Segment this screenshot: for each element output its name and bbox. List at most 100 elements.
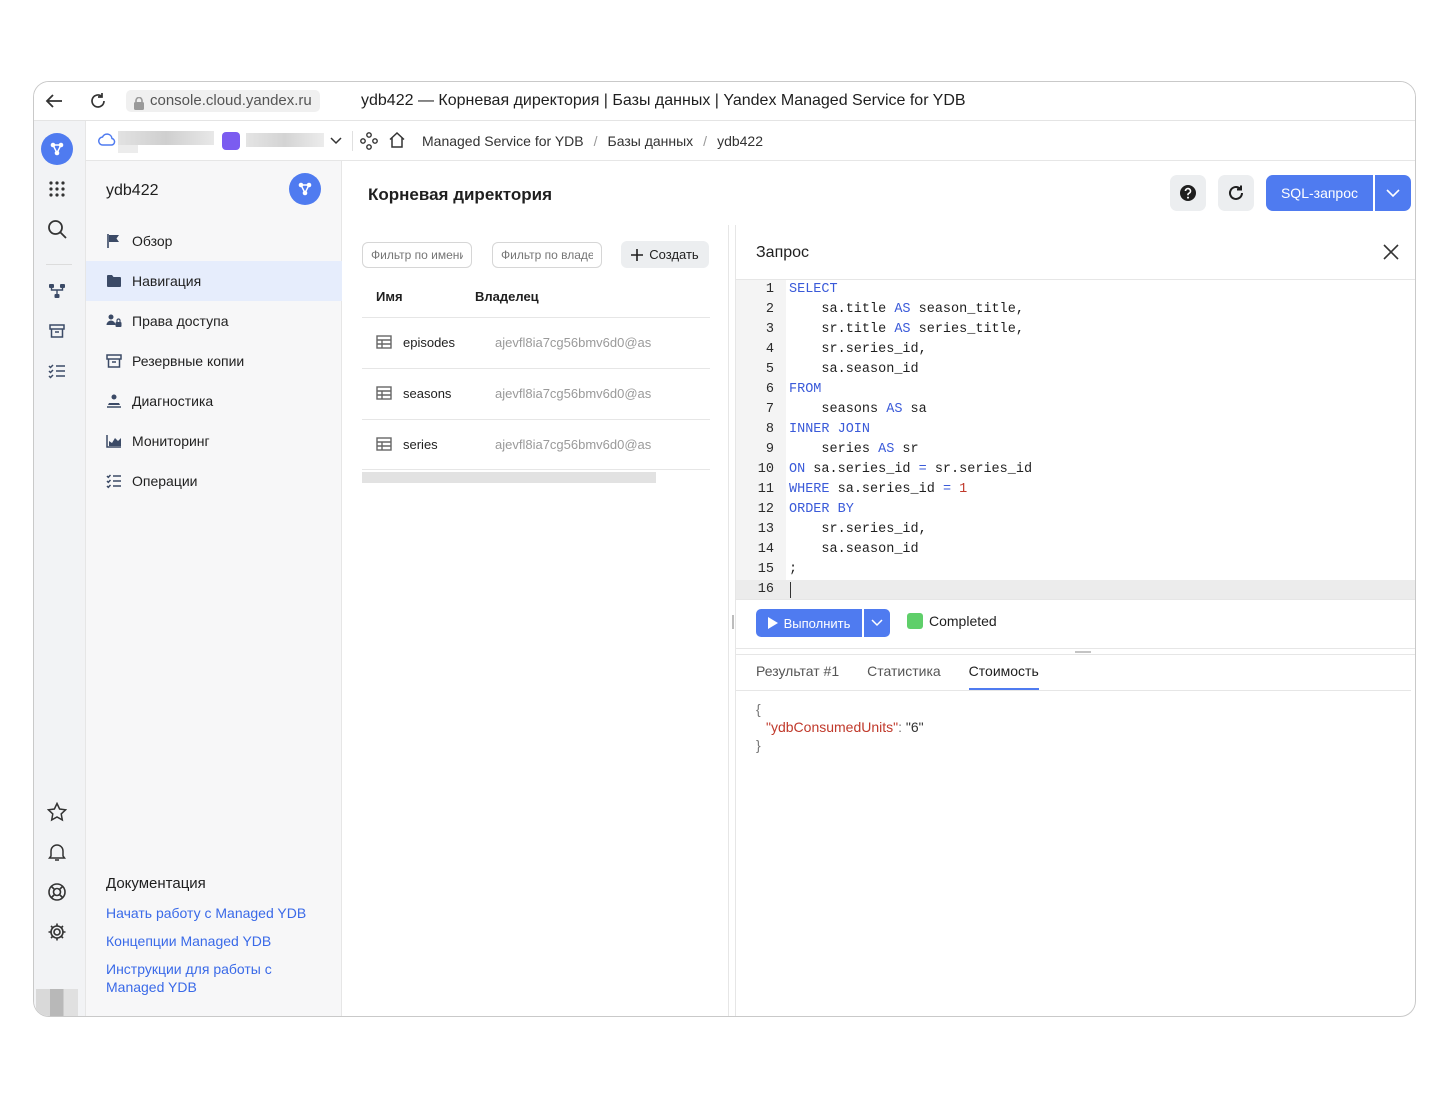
create-button[interactable]: Создать [621,241,709,268]
filter-name-input[interactable] [362,242,472,268]
docs-link-getting-started[interactable]: Начать работу с Managed YDB [106,904,332,922]
result-resize-handle[interactable] [1075,651,1091,653]
code-line[interactable]: 9 series AS sr [736,440,1415,460]
table-row[interactable]: episodes ajevfl8ia7cg56bmv6d0@as [362,317,710,368]
home-icon[interactable] [388,131,406,154]
line-number: 4 [765,342,774,357]
code-line[interactable]: 8 INNER JOIN [736,420,1415,440]
table-name: series [403,437,438,452]
flag-icon [107,234,119,248]
code-line[interactable]: 7 seasons AS sa [736,400,1415,420]
sidebar-item-backups[interactable]: Резервные копии [86,341,342,381]
ydb-service-icon[interactable] [46,280,68,302]
docs-link-concepts[interactable]: Концепции Managed YDB [106,932,332,950]
code-text: FROM [789,382,822,397]
pane-resize-handle[interactable] [732,615,734,629]
sidebar-item-operations[interactable]: Операции [86,461,342,501]
sidebar-item-label: Резервные копии [132,353,245,369]
services-icon[interactable] [360,132,378,155]
cloud-name-redacted[interactable] [118,131,214,145]
line-number: 12 [757,502,774,517]
docs-link-instructions[interactable]: Инструкции для работы с Managed YDB [106,960,332,996]
tab-cost[interactable]: Стоимость [968,660,1039,690]
code-line[interactable]: 3 sr.title AS series_title, [736,320,1415,340]
table-owner: ajevfl8ia7cg56bmv6d0@as [495,335,652,350]
sidebar-item-access[interactable]: Права доступа [86,301,342,341]
reload-icon[interactable] [86,90,110,112]
json-close-brace: } [756,737,761,753]
status-text: Completed [929,613,997,629]
services-grid-icon[interactable] [46,178,68,200]
code-text: seasons AS sa [789,402,927,417]
help-button[interactable] [1170,175,1206,211]
sql-editor[interactable]: 1 SELECT 2 sa.title AS season_title, 3 sr.t… [736,280,1415,600]
sidebar-item-monitoring[interactable]: Мониторинг [86,421,342,461]
run-button-label: Выполнить [783,615,851,631]
table-icon [376,386,392,403]
code-line[interactable]: 1 SELECT [736,280,1415,300]
refresh-button[interactable] [1218,175,1254,211]
code-line[interactable]: 2 sa.title AS season_title, [736,300,1415,320]
search-icon[interactable] [46,218,68,240]
bell-icon[interactable] [46,841,68,863]
table-owner: ajevfl8ia7cg56bmv6d0@as [495,386,652,401]
run-button[interactable]: Выполнить [756,609,862,637]
code-line[interactable]: 13 sr.series_id, [736,520,1415,540]
chevron-down-icon[interactable] [330,133,342,151]
address-bar[interactable]: console.cloud.yandex.ru [126,90,320,112]
breadcrumb-service[interactable]: Managed Service for YDB [422,132,584,150]
line-number: 8 [765,422,774,437]
code-line[interactable]: 16 [736,580,1415,600]
sidebar-item-overview[interactable]: Обзор [86,221,342,261]
archive-rail-icon[interactable] [46,320,68,342]
code-line[interactable]: 4 sr.series_id, [736,340,1415,360]
tabs-divider [736,690,1411,691]
tab-result[interactable]: Результат #1 [756,660,839,690]
code-line[interactable]: 11 WHERE sa.series_id = 1 [736,480,1415,500]
star-icon[interactable] [46,801,68,823]
code-text: ON sa.series_id = sr.series_id [789,462,1033,477]
browser-toolbar: console.cloud.yandex.ru ydb422 — Корнева… [34,82,1415,121]
close-icon[interactable] [1383,244,1399,265]
sidebar-item-diagnostics[interactable]: Диагностика [86,381,342,421]
sql-query-dropdown-button[interactable] [1375,175,1411,211]
ydb-logo-icon[interactable] [41,133,73,165]
code-text: sa.season_id [789,542,919,557]
table-row[interactable]: series ajevfl8ia7cg56bmv6d0@as [362,419,710,470]
cloud-icon[interactable] [98,133,116,151]
line-number: 3 [765,322,774,337]
horizontal-scrollbar[interactable] [362,472,656,483]
column-header-owner[interactable]: Владелец [475,289,539,304]
code-line[interactable]: 10 ON sa.series_id = sr.series_id [736,460,1415,480]
sql-query-button[interactable]: SQL-запрос [1266,175,1373,211]
tab-statistics[interactable]: Статистика [867,660,941,690]
folder-icon [107,275,121,287]
column-header-name[interactable]: Имя [376,289,403,304]
breadcrumb-separator: / [703,133,708,149]
service-sidebar: ydb422 Обзор Навигация Права доступа Рез… [86,161,342,1016]
code-line[interactable]: 15; [736,560,1415,580]
code-text: INNER JOIN [789,422,871,437]
code-line[interactable]: 12 ORDER BY [736,500,1415,520]
code-line[interactable]: 6 FROM [736,380,1415,400]
archive-icon [106,354,122,368]
code-text: sr.series_id, [789,342,927,357]
table-row[interactable]: seasons ajevfl8ia7cg56bmv6d0@as [362,368,710,419]
breadcrumb-databases[interactable]: Базы данных [608,132,694,150]
code-line[interactable]: 14 sa.season_id [736,540,1415,560]
operations-rail-icon[interactable] [46,360,68,382]
avatar[interactable] [36,989,78,1016]
gear-icon[interactable] [46,921,68,943]
code-line[interactable]: 5 sa.season_id [736,360,1415,380]
refresh-icon [1229,185,1243,200]
run-dropdown-button[interactable] [864,609,890,637]
filter-owner-input[interactable] [492,242,602,268]
table-name: seasons [403,386,452,401]
support-icon[interactable] [46,881,68,903]
breadcrumb-database[interactable]: ydb422 [717,132,763,150]
ydb-service-logo-icon [289,173,321,205]
sidebar-item-navigation[interactable]: Навигация [86,261,342,301]
folder-name-redacted[interactable] [246,133,324,147]
code-text: ORDER BY [789,502,854,517]
back-icon[interactable] [42,90,66,112]
